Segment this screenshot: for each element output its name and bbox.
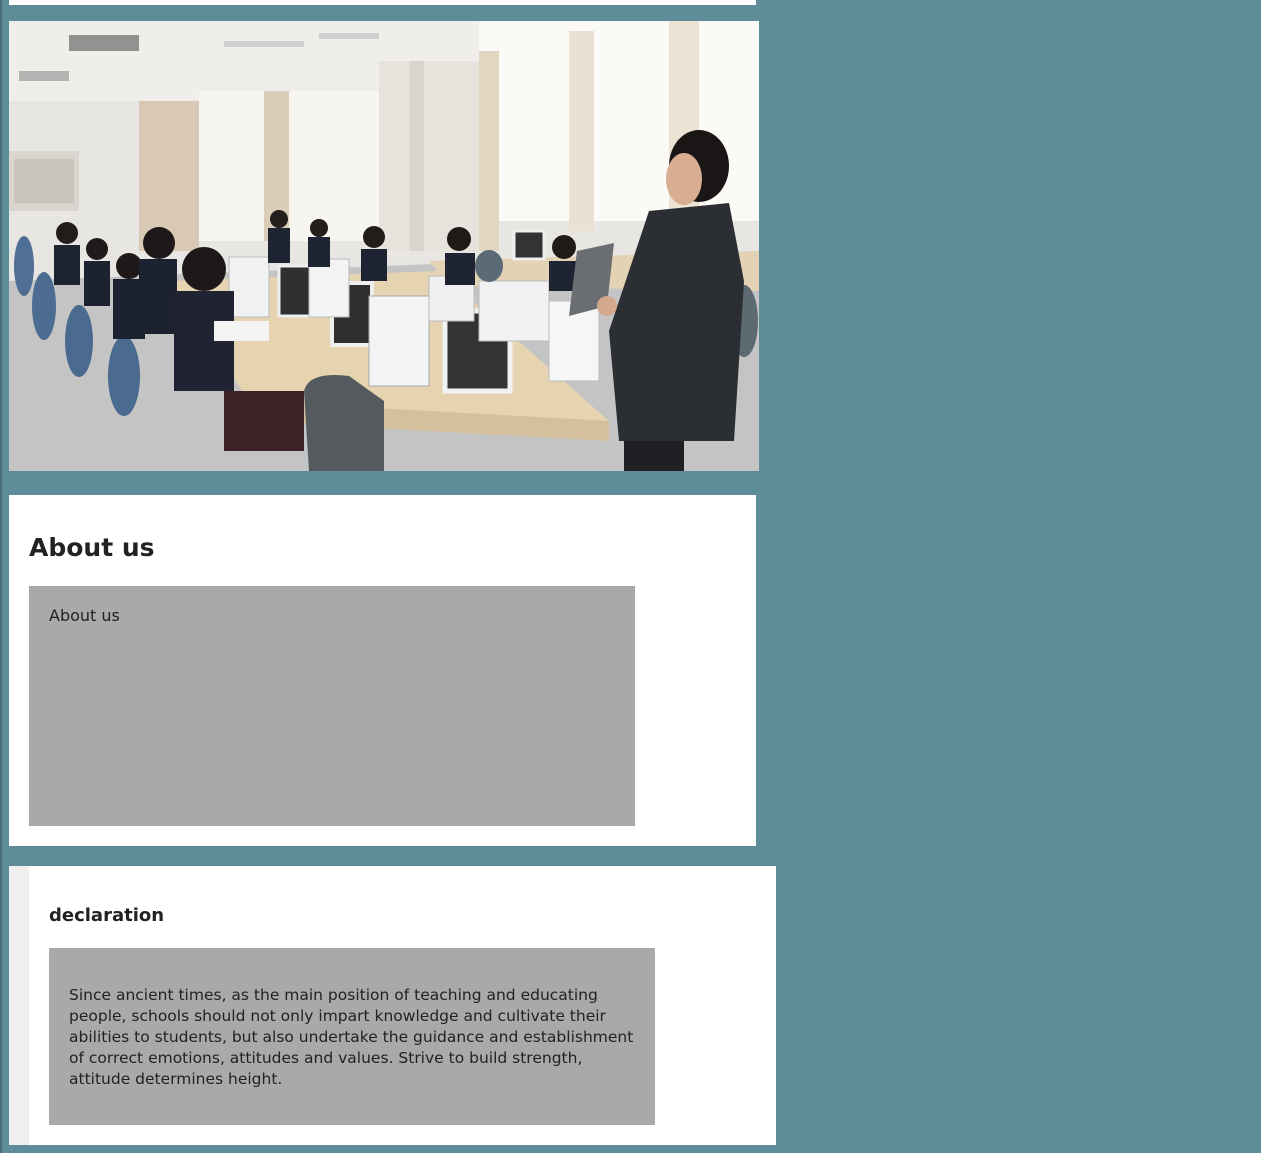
classroom-photo	[9, 21, 759, 471]
declaration-section: declaration Since ancient times, as the …	[9, 866, 776, 1145]
declaration-content-box: Since ancient times, as the main positio…	[49, 948, 655, 1125]
declaration-text: Since ancient times, as the main positio…	[69, 986, 634, 1088]
declaration-side-bar	[9, 866, 29, 1145]
about-content-text: About us	[49, 606, 120, 625]
about-content-box: About us	[29, 586, 635, 826]
top-panel-edge	[9, 0, 756, 5]
window-left-edge	[0, 0, 2, 1153]
about-section: About us About us	[9, 495, 756, 846]
declaration-heading: declaration	[49, 905, 165, 926]
about-heading: About us	[29, 533, 155, 562]
